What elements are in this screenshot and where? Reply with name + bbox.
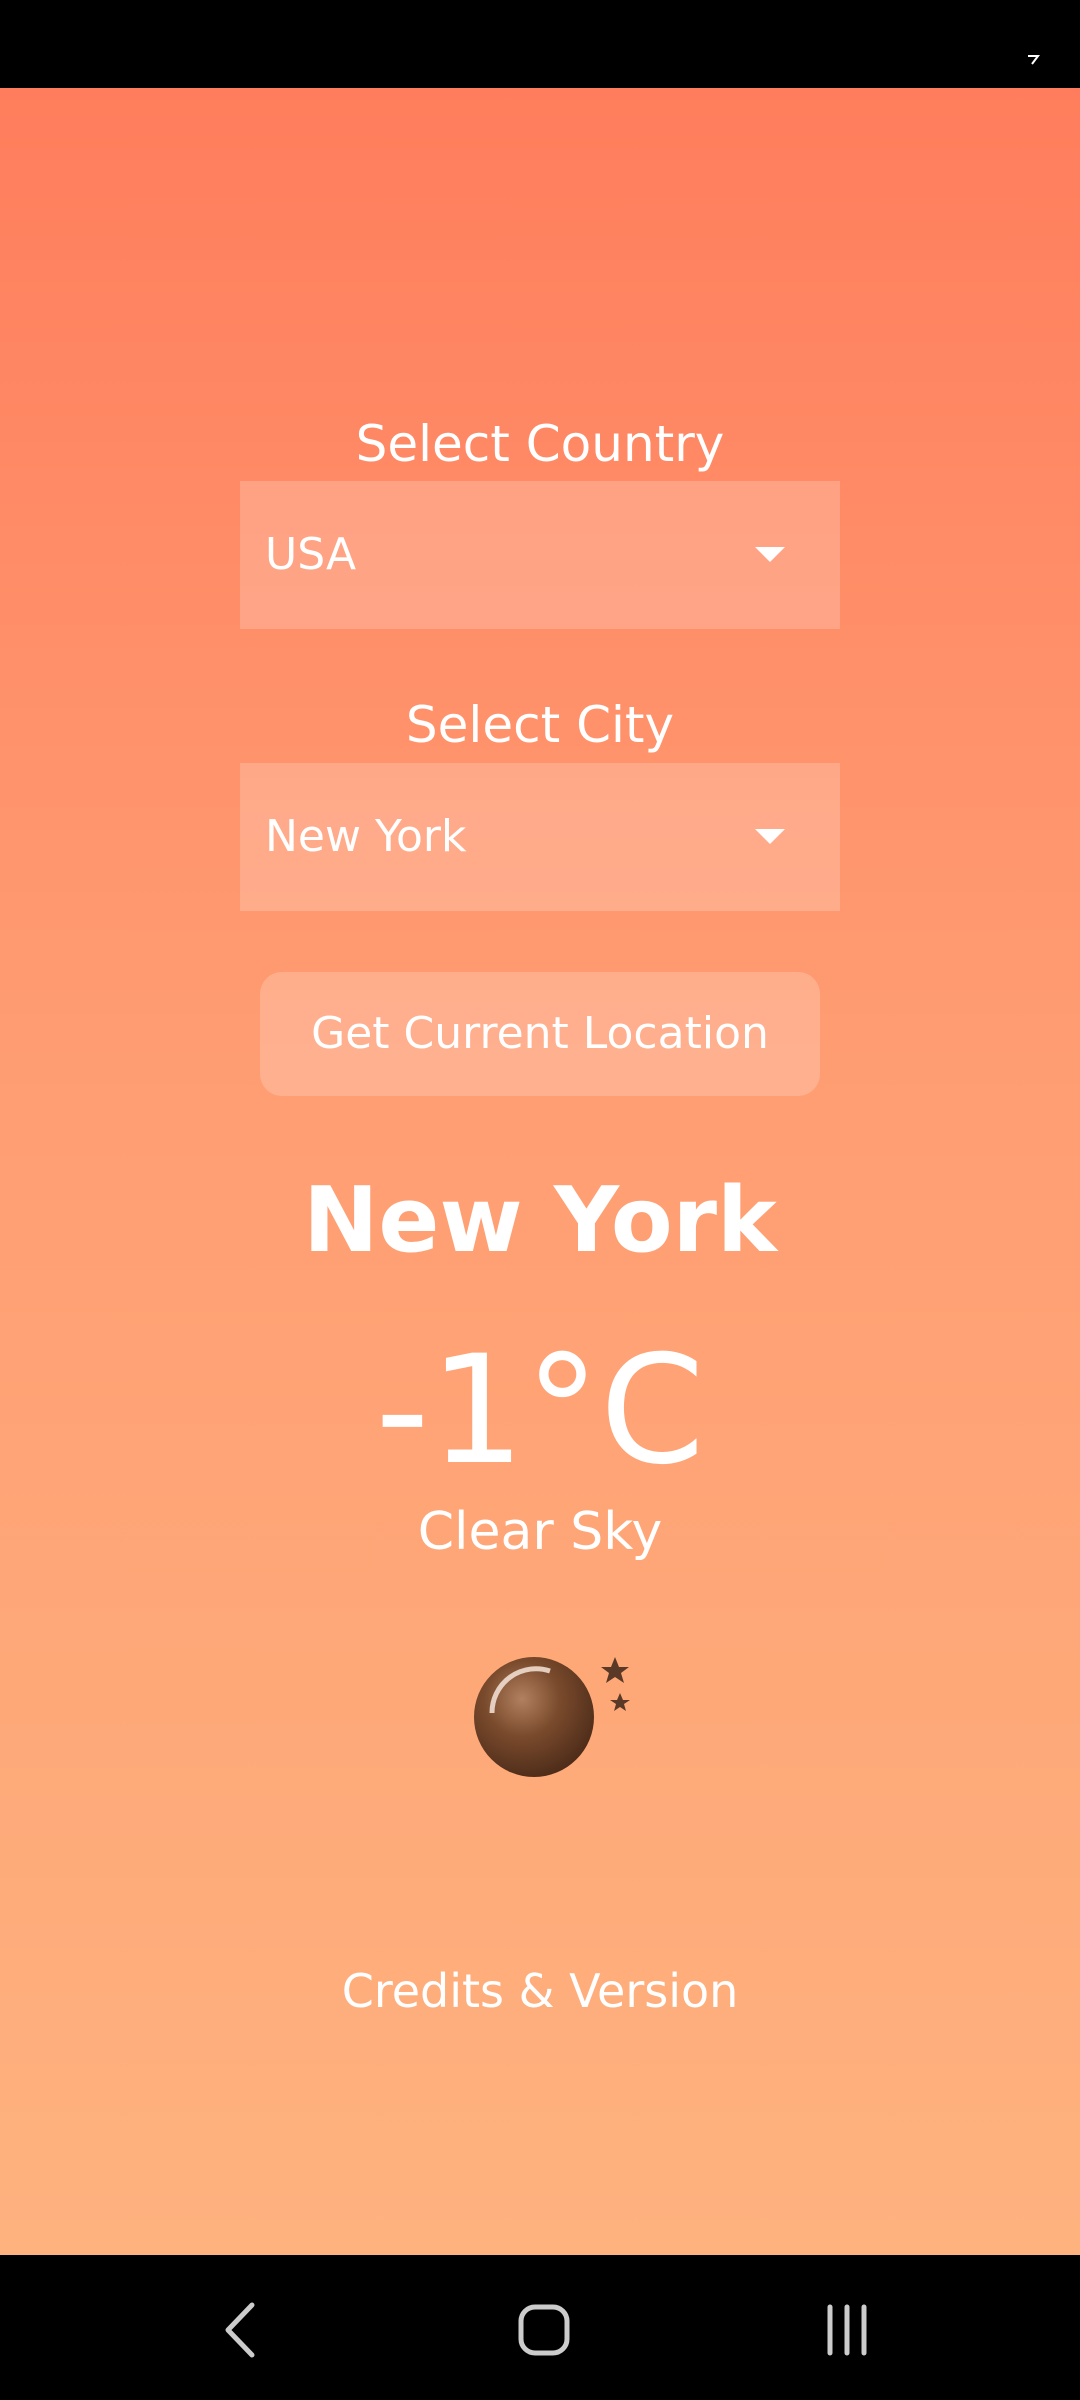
chevron-down-icon [755,547,785,562]
select-country-label: Select Country [355,415,725,473]
navigation-bar [0,2255,1080,2400]
select-city-label: Select City [405,696,675,754]
signal-icon [1028,55,1040,65]
weather-app: Select Country USA Select City New York … [0,88,1080,2255]
get-current-location-button[interactable]: Get Current Location [260,972,820,1096]
city-name: New York [303,1168,777,1273]
country-dropdown-value: USA [265,529,357,580]
city-dropdown-value: New York [265,811,467,862]
city-dropdown[interactable]: New York [240,763,840,911]
temperature: -1°C [375,1324,705,1498]
moon-stars-icon [474,1657,630,1777]
recents-icon[interactable] [802,2285,892,2375]
weather-condition: Clear Sky [417,1502,663,1562]
home-icon[interactable] [499,2285,589,2375]
country-dropdown[interactable]: USA [240,481,840,629]
status-bar [0,0,1080,88]
chevron-down-icon [755,829,785,844]
back-icon[interactable] [196,2285,286,2375]
screen: Select Country USA Select City New York … [0,0,1080,2400]
credits-version-link[interactable]: Credits & Version [0,1961,1080,2021]
